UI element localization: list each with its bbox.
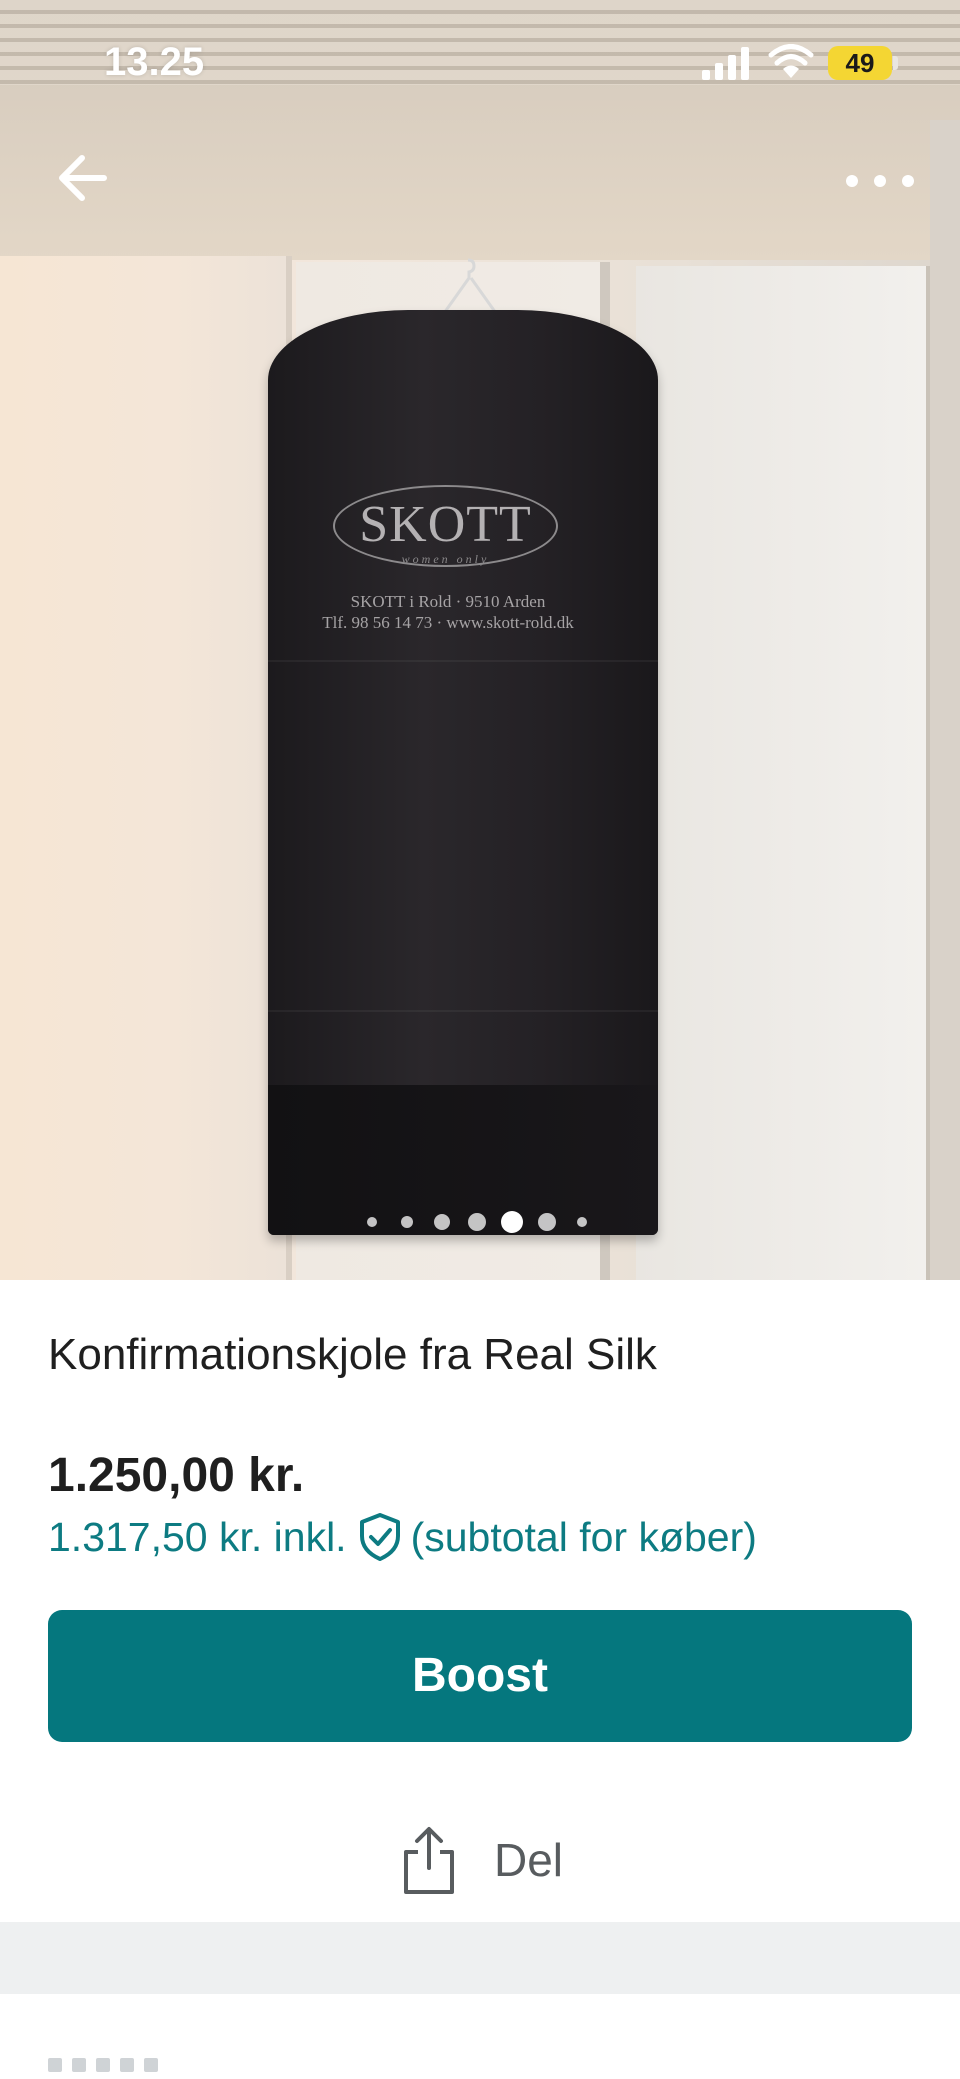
more-dot bbox=[874, 175, 886, 187]
carousel-dot[interactable] bbox=[434, 1214, 450, 1230]
photo-wardrobe-door bbox=[636, 266, 930, 1280]
status-time: 13.25 bbox=[104, 40, 205, 84]
battery-indicator: 49 bbox=[828, 46, 892, 80]
carousel-dot[interactable] bbox=[501, 1211, 523, 1233]
status-bar: 13.25 49 bbox=[0, 0, 960, 130]
more-horizontal-icon[interactable] bbox=[840, 160, 920, 200]
garment-bag: SKOTT women only SKOTT i Rold · 9510 Ard… bbox=[268, 310, 658, 1235]
shield-check-icon bbox=[359, 1513, 400, 1561]
more-dot bbox=[846, 175, 858, 187]
bag-address: SKOTT i Rold · 9510 Arden bbox=[350, 592, 546, 611]
listing-title: Konfirmationskjole fra Real Silk bbox=[48, 1330, 657, 1379]
bag-tagline: women only bbox=[401, 552, 490, 566]
photo-wall bbox=[930, 120, 960, 1280]
listing-photo[interactable]: SKOTT women only SKOTT i Rold · 9510 Ard… bbox=[0, 0, 960, 1280]
next-section-heading-peek bbox=[48, 2058, 248, 2079]
carousel-dot[interactable] bbox=[367, 1217, 377, 1227]
carousel-dot[interactable] bbox=[577, 1217, 587, 1227]
price-incl-row[interactable]: 1.317,50 kr. inkl. (subtotal for køber) bbox=[48, 1510, 757, 1564]
price-incl: 1.317,50 kr. inkl. bbox=[48, 1513, 347, 1560]
cellular-signal-icon bbox=[702, 47, 749, 80]
photo-wardrobe-door bbox=[0, 256, 292, 1280]
carousel-dot[interactable] bbox=[401, 1216, 413, 1228]
wifi-icon bbox=[768, 44, 814, 78]
share-label: Del bbox=[494, 1834, 564, 1886]
arrow-left-icon[interactable] bbox=[50, 145, 116, 211]
price-incl-suffix: (subtotal for køber) bbox=[410, 1513, 757, 1560]
carousel-indicator[interactable] bbox=[360, 1207, 600, 1237]
boost-button[interactable]: Boost bbox=[48, 1610, 912, 1742]
listing-price: 1.250,00 kr. bbox=[48, 1449, 305, 1502]
carousel-dot[interactable] bbox=[538, 1213, 556, 1231]
bag-fold bbox=[268, 1010, 658, 1012]
share-icon bbox=[404, 1827, 454, 1894]
bag-fold bbox=[268, 660, 658, 662]
more-dot bbox=[902, 175, 914, 187]
bag-contact: Tlf. 98 56 14 73 · www.skott-rold.dk bbox=[322, 613, 574, 632]
battery-cap bbox=[893, 56, 898, 70]
carousel-dot[interactable] bbox=[468, 1213, 486, 1231]
section-divider bbox=[0, 1922, 960, 1994]
bag-logo: SKOTT bbox=[359, 496, 532, 553]
share-button[interactable]: Del bbox=[398, 1820, 563, 1900]
